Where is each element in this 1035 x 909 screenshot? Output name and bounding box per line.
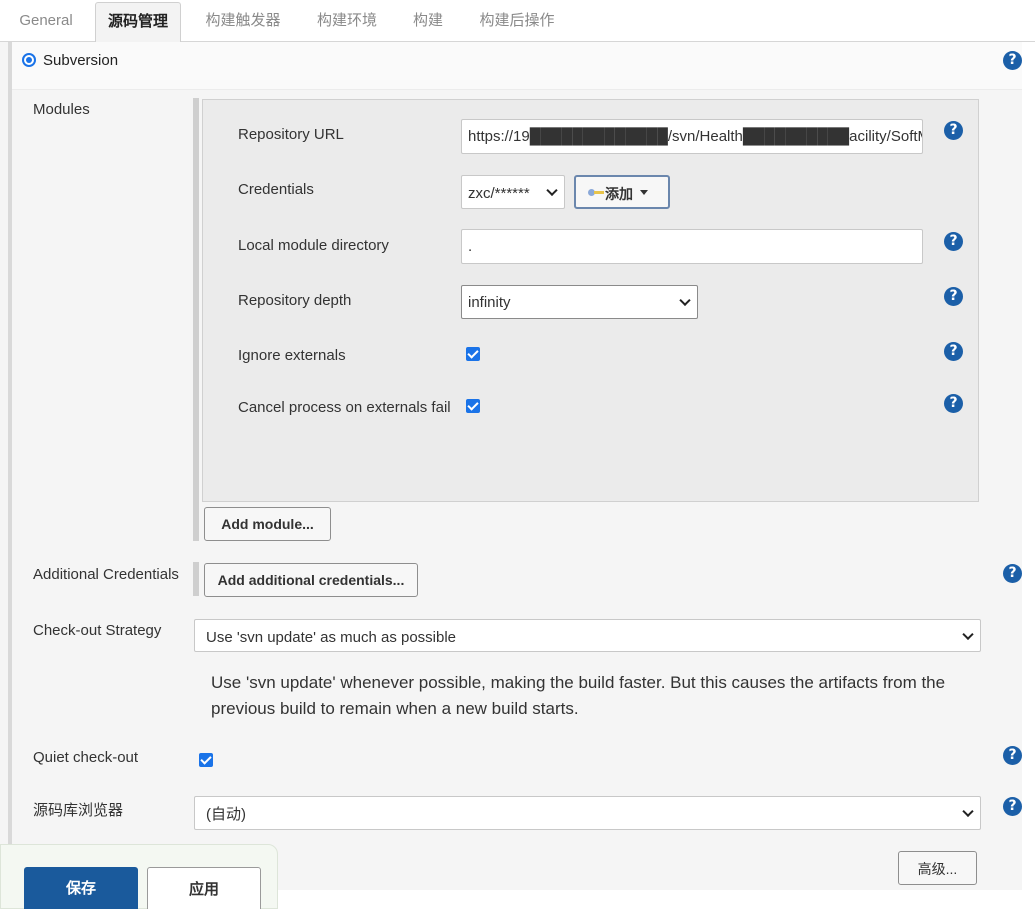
credentials-label: Credentials (238, 181, 314, 198)
repository-depth-select[interactable]: infinity (461, 285, 698, 319)
quiet-checkout-label: Quiet check-out (33, 749, 139, 766)
add-additional-credentials-button[interactable]: Add additional credentials... (204, 563, 418, 597)
repository-depth-help-icon[interactable]: ? (944, 287, 963, 306)
subversion-radio[interactable] (22, 53, 36, 67)
ignore-externals-help-icon[interactable]: ? (944, 342, 963, 361)
additional-credentials-label: Additional Credentials (33, 566, 179, 583)
local-module-directory-input[interactable]: . (461, 229, 923, 264)
repository-depth-value: infinity (468, 294, 511, 311)
additional-credentials-help-icon[interactable]: ? (1003, 564, 1022, 583)
local-module-directory-label: Local module directory (238, 237, 389, 254)
cancel-process-checkbox[interactable] (466, 399, 480, 413)
scm-option-header (12, 42, 1022, 90)
checkout-strategy-label: Check-out Strategy (33, 622, 162, 639)
key-icon (588, 189, 604, 196)
add-credentials-button[interactable]: 添加 (574, 175, 670, 209)
quiet-checkout-checkbox[interactable] (199, 753, 213, 767)
add-module-button[interactable]: Add module... (204, 507, 331, 541)
tab-source-code-management[interactable]: 源码管理 (95, 2, 181, 43)
repository-browser-select[interactable]: (自动) (194, 796, 981, 830)
checkout-strategy-description: Use 'svn update' whenever possible, maki… (211, 673, 946, 718)
repository-browser-label: 源码库浏览器 (33, 802, 124, 819)
ignore-externals-label: Ignore externals (238, 347, 346, 364)
chevron-down-icon (546, 184, 558, 197)
tab-post-build-actions[interactable]: 构建后操作 (468, 2, 566, 42)
quiet-checkout-help-icon[interactable]: ? (1003, 746, 1022, 765)
credentials-select-value: zxc/****** (468, 185, 530, 202)
apply-button[interactable]: 应用 (147, 867, 261, 909)
scm-help-icon[interactable]: ? (1003, 51, 1022, 70)
tab-build-environment[interactable]: 构建环境 (305, 2, 389, 42)
modules-label: Modules (33, 101, 90, 118)
add-credentials-button-label: 添加 (605, 186, 633, 202)
tab-general[interactable]: General (8, 2, 84, 42)
credentials-select[interactable]: zxc/****** (461, 175, 565, 209)
chevron-down-icon (962, 805, 974, 818)
repository-url-input[interactable]: https://19█████████████/svn/Health██████… (461, 119, 923, 154)
tab-build[interactable]: 构建 (401, 2, 455, 42)
subversion-radio-label[interactable]: Subversion (43, 52, 118, 69)
repository-browser-help-icon[interactable]: ? (1003, 797, 1022, 816)
modules-rail (193, 98, 199, 541)
ignore-externals-checkbox[interactable] (466, 347, 480, 361)
additional-credentials-rail (193, 562, 199, 596)
repository-depth-label: Repository depth (238, 292, 352, 309)
tab-build-triggers[interactable]: 构建触发器 (194, 2, 292, 42)
cancel-process-label: Cancel process on externals fail (238, 399, 451, 416)
chevron-down-icon (679, 294, 691, 307)
repository-browser-value: (自动) (206, 806, 246, 823)
section-rail (8, 42, 12, 845)
checkout-strategy-value: Use 'svn update' as much as possible (206, 629, 457, 646)
local-module-directory-help-icon[interactable]: ? (944, 232, 963, 251)
cancel-process-help-icon[interactable]: ? (944, 394, 963, 413)
checkout-strategy-select[interactable]: Use 'svn update' as much as possible (194, 619, 981, 652)
repository-url-label: Repository URL (238, 126, 344, 143)
save-button[interactable]: 保存 (24, 867, 138, 909)
chevron-down-icon (962, 628, 974, 640)
repository-url-help-icon[interactable]: ? (944, 121, 963, 140)
caret-down-icon (640, 190, 648, 195)
advanced-button[interactable]: 高级... (898, 851, 977, 885)
